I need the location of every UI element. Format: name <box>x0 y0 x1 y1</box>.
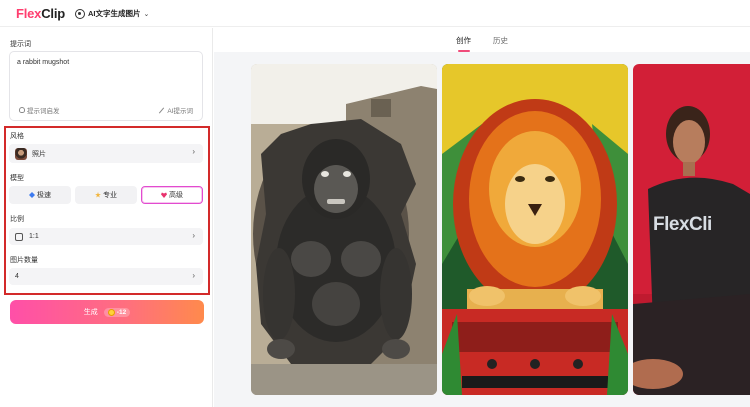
image-count-label: 图片数量 <box>10 257 38 264</box>
star-icon <box>95 192 101 198</box>
flexclip-logo[interactable]: FlexClip <box>16 5 65 21</box>
logo-flex: Flex <box>16 5 42 21</box>
model-speed-label: 极速 <box>37 192 51 199</box>
result-image-portrait[interactable]: FlexCli <box>633 64 750 395</box>
credit-cost: -12 <box>116 308 127 316</box>
prompt-idea-label: 提示词启发 <box>27 108 60 115</box>
prompt-text[interactable]: a rabbit mugshot <box>17 59 69 66</box>
ratio-select[interactable]: 1:1 › <box>9 228 203 245</box>
credit-cost-badge: -12 <box>103 307 131 317</box>
tab-history[interactable]: 历史 <box>493 28 508 52</box>
shirt-print-text: FlexCli <box>653 214 712 235</box>
prompt-input[interactable]: a rabbit mugshot 提示词启发 AI提示词 <box>9 51 203 121</box>
tool-selector-dropdown[interactable]: AI文字生成图片 ⌄ <box>75 7 149 20</box>
style-label: 风格 <box>10 133 24 140</box>
results-area: 创作 历史 FlexCli <box>214 28 750 407</box>
style-value: 照片 <box>32 150 46 158</box>
chevron-right-icon: › <box>192 147 195 156</box>
ai-tool-icon <box>75 8 85 19</box>
model-label: 模型 <box>10 175 24 182</box>
logo-clip: Clip <box>41 5 65 21</box>
prompt-label: 提示词 <box>10 41 31 48</box>
model-advanced-button[interactable]: 高级 <box>141 186 203 204</box>
model-pro-label: 专业 <box>103 192 117 199</box>
tool-selector-label: AI文字生成图片 <box>88 9 141 18</box>
chevron-right-icon: › <box>192 231 195 240</box>
ratio-label: 比例 <box>10 216 24 223</box>
heart-icon <box>161 192 167 198</box>
image-count-select[interactable]: 4 › <box>9 268 203 285</box>
ai-prompt-button[interactable]: AI提示词 <box>158 105 193 115</box>
result-image-lion[interactable] <box>442 64 628 395</box>
gorilla-illustration <box>251 64 437 395</box>
magic-wand-icon <box>158 107 165 114</box>
coin-icon <box>107 308 115 316</box>
model-speed-button[interactable]: 极速 <box>9 186 71 204</box>
result-image-gorilla[interactable] <box>251 64 437 395</box>
model-advanced-label: 高级 <box>169 192 183 199</box>
tab-create[interactable]: 创作 <box>456 28 471 52</box>
image-count-value: 4 <box>15 273 19 280</box>
result-tabs: 创作 历史 <box>214 28 750 52</box>
ratio-value: 1:1 <box>29 233 39 240</box>
square-ratio-icon <box>15 232 23 241</box>
style-select[interactable]: 照片 › <box>9 144 203 163</box>
lion-illustration <box>442 64 628 395</box>
generate-button[interactable]: 生成 -12 <box>10 300 204 324</box>
ai-prompt-label: AI提示词 <box>167 108 193 115</box>
prompt-idea-button[interactable]: 提示词启发 <box>19 105 60 115</box>
generate-label: 生成 <box>83 309 98 316</box>
app-header: FlexClip AI文字生成图片 ⌄ <box>0 0 750 27</box>
chevron-down-icon: ⌄ <box>143 10 150 18</box>
speed-icon <box>29 192 35 198</box>
chevron-right-icon: › <box>192 271 195 280</box>
lightbulb-icon <box>19 107 25 113</box>
model-pro-button[interactable]: 专业 <box>75 186 137 204</box>
model-options: 极速 专业 高级 <box>9 186 203 204</box>
style-thumbnail <box>15 147 27 160</box>
